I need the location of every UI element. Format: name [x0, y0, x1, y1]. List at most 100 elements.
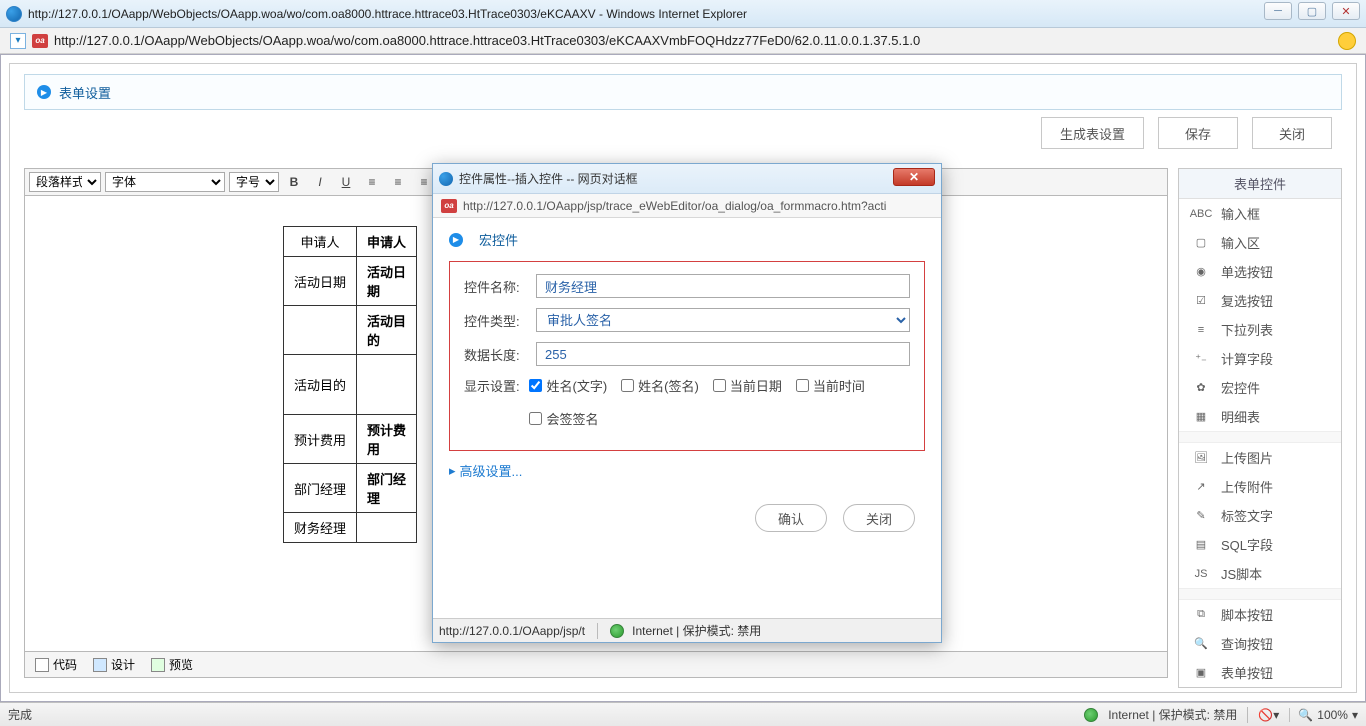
palette-item[interactable]: ▦ 明细表 — [1179, 402, 1341, 431]
dialog-cancel-button[interactable]: 关闭 — [843, 504, 915, 532]
check-item[interactable]: 姓名(签名) — [621, 376, 699, 395]
dialog-favicon-icon: oa — [441, 199, 457, 213]
browser-titlebar: http://127.0.0.1/OAapp/WebObjects/OAapp.… — [0, 0, 1366, 28]
check-item[interactable]: 当前时间 — [796, 376, 865, 395]
zoom-control[interactable]: 🔍 100% ▾ — [1289, 708, 1358, 722]
palette-item[interactable]: ⧉脚本按钮 — [1179, 600, 1341, 629]
url-text[interactable]: http://127.0.0.1/OAapp/WebObjects/OAapp.… — [54, 33, 1332, 48]
generate-button[interactable]: 生成表设置 — [1041, 117, 1144, 149]
row-value[interactable]: 活动日期 — [357, 257, 417, 306]
row-value[interactable]: 活动目的 — [357, 306, 417, 355]
palette-item[interactable]: ↗上传附件 — [1179, 472, 1341, 501]
dialog-ok-button[interactable]: 确认 — [755, 504, 827, 532]
palette-item-icon: ≡ — [1193, 323, 1209, 337]
palette-item-icon: JS — [1193, 567, 1209, 581]
row-label: 财务经理 — [284, 513, 357, 543]
row-value[interactable]: 预计费用 — [357, 415, 417, 464]
control-palette: 表单控件 ABC输入框▢输入区◉单选按钮☑复选按钮≡下拉列表⁺₋计算字段✿宏控件… — [1178, 168, 1342, 688]
para-style-select[interactable]: 段落样式 — [29, 172, 101, 192]
row-label: 活动目的 — [284, 355, 357, 415]
minimize-button[interactable]: ─ — [1264, 2, 1292, 20]
align-left-button[interactable]: ≡ — [361, 171, 383, 193]
dialog-section-title: ▶ 宏控件 — [449, 230, 925, 249]
close-window-button[interactable]: ✕ — [1332, 2, 1360, 20]
palette-item[interactable]: ⁺₋ 计算字段 — [1179, 344, 1341, 373]
palette-item[interactable]: ▣表单按钮 — [1179, 658, 1341, 687]
checkbox[interactable] — [796, 379, 809, 392]
tab-code[interactable]: 代码 — [35, 656, 77, 673]
check-item[interactable]: 姓名(文字) — [529, 376, 607, 395]
browser-status-bar: 完成 Internet | 保护模式: 禁用 🚫▾ 🔍 100% ▾ — [0, 702, 1366, 726]
align-center-button[interactable]: ≡ — [387, 171, 409, 193]
palette-item[interactable]: ≡ 下拉列表 — [1179, 315, 1341, 344]
palette-item-label: 输入区 — [1221, 233, 1260, 252]
check-item[interactable]: 会签签名 — [529, 409, 598, 428]
palette-item[interactable]: JSJS脚本 — [1179, 559, 1341, 588]
control-name-input[interactable] — [536, 274, 910, 298]
zone-globe-icon — [1084, 708, 1098, 722]
checkbox[interactable] — [529, 379, 542, 392]
save-button[interactable]: 保存 — [1158, 117, 1238, 149]
oa-favicon-icon: oa — [32, 34, 48, 48]
bold-button[interactable]: B — [283, 171, 305, 193]
palette-item-label: 宏控件 — [1221, 378, 1260, 397]
tab-design[interactable]: 设计 — [93, 656, 135, 673]
palette-item[interactable]: 🔍查询按钮 — [1179, 629, 1341, 658]
check-label: 当前时间 — [813, 376, 865, 395]
palette-item[interactable]: 🖼上传图片 — [1179, 443, 1341, 472]
palette-item[interactable]: ✎标签文字 — [1179, 501, 1341, 530]
window-title: http://127.0.0.1/OAapp/WebObjects/OAapp.… — [28, 7, 747, 21]
section-arrow-icon: ▶ — [449, 233, 463, 247]
check-item[interactable]: 当前日期 — [713, 376, 782, 395]
palette-item-label: 单选按钮 — [1221, 262, 1273, 281]
checkbox[interactable] — [529, 412, 542, 425]
data-length-input[interactable] — [536, 342, 910, 366]
dialog-url[interactable]: http://127.0.0.1/OAapp/jsp/trace_eWebEdi… — [463, 199, 886, 213]
ie-logo-icon — [6, 6, 22, 22]
palette-item[interactable]: ✿宏控件 — [1179, 373, 1341, 402]
palette-item[interactable]: ▤SQL字段 — [1179, 530, 1341, 559]
dialog-status-bar: http://127.0.0.1/OAapp/jsp/t Internet | … — [433, 618, 941, 642]
maximize-button[interactable]: ▢ — [1298, 2, 1326, 20]
row-label: 活动日期 — [284, 257, 357, 306]
status-text: 完成 — [8, 706, 32, 723]
dialog-close-button[interactable]: ✕ — [893, 168, 935, 186]
palette-item-label: 表单按钮 — [1221, 663, 1273, 682]
len-label: 数据长度: — [464, 345, 536, 364]
checkbox[interactable] — [713, 379, 726, 392]
palette-item[interactable]: ◉单选按钮 — [1179, 257, 1341, 286]
palette-item-label: 复选按钮 — [1221, 291, 1273, 310]
checkbox[interactable] — [621, 379, 634, 392]
close-button[interactable]: 关闭 — [1252, 117, 1332, 149]
advanced-link[interactable]: ▸ 高级设置... — [449, 461, 522, 480]
dialog-titlebar[interactable]: 控件属性--插入控件 -- 网页对话框 ✕ — [433, 164, 941, 194]
security-shield-icon[interactable]: ▾ — [10, 33, 26, 49]
row-value[interactable] — [357, 355, 417, 415]
type-label: 控件类型: — [464, 311, 536, 330]
tab-preview[interactable]: 预览 — [151, 656, 193, 673]
palette-item[interactable]: ABC输入框 — [1179, 199, 1341, 228]
palette-item-label: 下拉列表 — [1221, 320, 1273, 339]
palette-item-label: 明细表 — [1221, 407, 1260, 426]
font-select[interactable]: 字体 — [105, 172, 225, 192]
palette-item[interactable]: ☑复选按钮 — [1179, 286, 1341, 315]
protect-off-icon[interactable]: 🚫▾ — [1258, 708, 1279, 722]
palette-item[interactable]: ▢ 输入区 — [1179, 228, 1341, 257]
row-value[interactable]: 部门经理 — [357, 464, 417, 513]
palette-item-icon: ▦ — [1193, 410, 1209, 424]
palette-item-label: 计算字段 — [1221, 349, 1273, 368]
palette-item-label: 上传图片 — [1221, 448, 1273, 467]
palette-item-icon: ⁺₋ — [1193, 352, 1209, 366]
design-icon — [93, 658, 107, 672]
italic-button[interactable]: I — [309, 171, 331, 193]
underline-button[interactable]: U — [335, 171, 357, 193]
size-select[interactable]: 字号 — [229, 172, 279, 192]
palette-item-icon: ▤ — [1193, 538, 1209, 552]
row-value[interactable]: 申请人 — [357, 227, 417, 257]
row-value[interactable] — [357, 513, 417, 543]
control-type-select[interactable]: 审批人签名 — [536, 308, 910, 332]
editor-footer: 代码 设计 预览 — [24, 652, 1168, 678]
palette-item-icon: ▢ — [1193, 236, 1209, 250]
page-title: 表单设置 — [59, 83, 111, 102]
warning-icon[interactable] — [1338, 32, 1356, 50]
